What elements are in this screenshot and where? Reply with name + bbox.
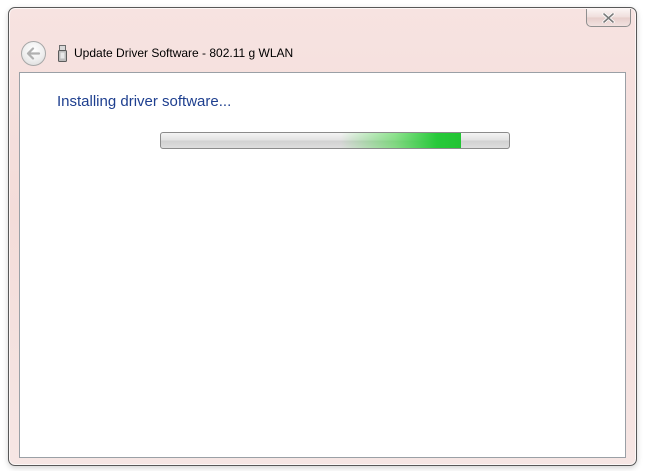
progress-marquee bbox=[341, 133, 461, 148]
usb-device-icon bbox=[58, 44, 67, 62]
dialog-window: Update Driver Software - 802.11 g WLAN I… bbox=[8, 7, 637, 466]
content-pane: Installing driver software... bbox=[19, 72, 626, 458]
close-icon bbox=[602, 12, 615, 23]
window-title: Update Driver Software - 802.11 g WLAN bbox=[74, 46, 294, 60]
status-heading: Installing driver software... bbox=[57, 93, 232, 110]
back-button[interactable] bbox=[21, 40, 46, 66]
progress-bar bbox=[160, 132, 510, 149]
close-button[interactable] bbox=[586, 9, 631, 27]
back-arrow-icon bbox=[26, 46, 41, 60]
title-bar: Update Driver Software - 802.11 g WLAN bbox=[21, 39, 293, 67]
